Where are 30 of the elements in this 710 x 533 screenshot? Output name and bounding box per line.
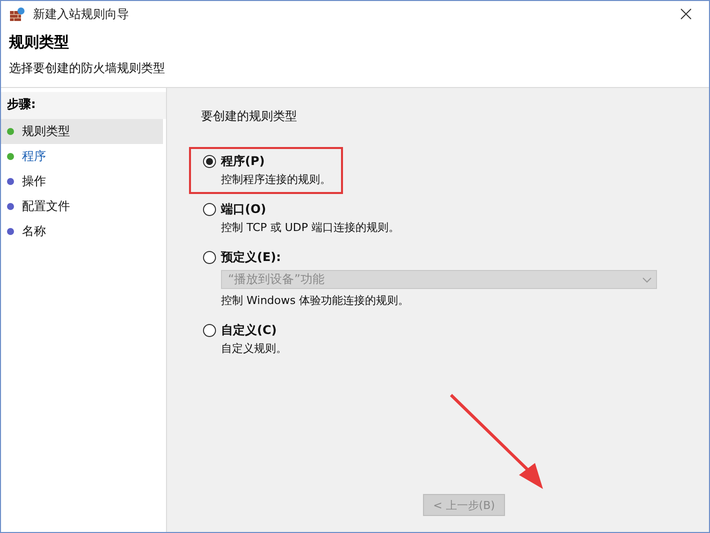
step-label: 程序 xyxy=(22,148,46,165)
step-item[interactable]: 规则类型 xyxy=(1,119,163,144)
step-label: 规则类型 xyxy=(22,123,70,140)
step-item[interactable]: 程序 xyxy=(1,144,163,169)
option-label[interactable]: 自定义(C) xyxy=(221,322,277,339)
radio-button[interactable] xyxy=(203,324,216,337)
option-label[interactable]: 程序(P) xyxy=(221,153,265,170)
caret-icon xyxy=(642,276,652,282)
option-label[interactable]: 端口(O) xyxy=(221,201,266,218)
option-description: 控制程序连接的规则。 xyxy=(220,172,329,187)
page-title: 规则类型 xyxy=(9,33,70,52)
radio-button[interactable] xyxy=(203,155,216,168)
step-label: 操作 xyxy=(22,173,46,190)
radio-button[interactable] xyxy=(203,251,216,264)
option-description: 控制 Windows 体验功能连接的规则。 xyxy=(220,293,410,308)
option-description: 自定义规则。 xyxy=(220,341,288,356)
close-icon xyxy=(680,8,692,20)
prompt-text: 要创建的规则类型 xyxy=(201,108,298,125)
step-item[interactable]: 操作 xyxy=(1,169,163,194)
step-item[interactable]: 配置文件 xyxy=(1,194,163,219)
page-subtitle: 选择要创建的防火墙规则类型 xyxy=(9,60,166,77)
step-label: 名称 xyxy=(22,223,46,240)
option-description: 控制 TCP 或 UDP 端口连接的规则。 xyxy=(220,220,401,235)
radio-button[interactable] xyxy=(203,203,216,216)
step-item[interactable]: 名称 xyxy=(1,219,163,244)
steps-heading: 步骤: xyxy=(1,92,166,119)
option-label[interactable]: 预定义(E): xyxy=(221,249,281,266)
window-title: 新建入站规则向导 xyxy=(33,6,130,22)
firewall-icon xyxy=(9,6,25,22)
step-label: 配置文件 xyxy=(22,198,70,215)
